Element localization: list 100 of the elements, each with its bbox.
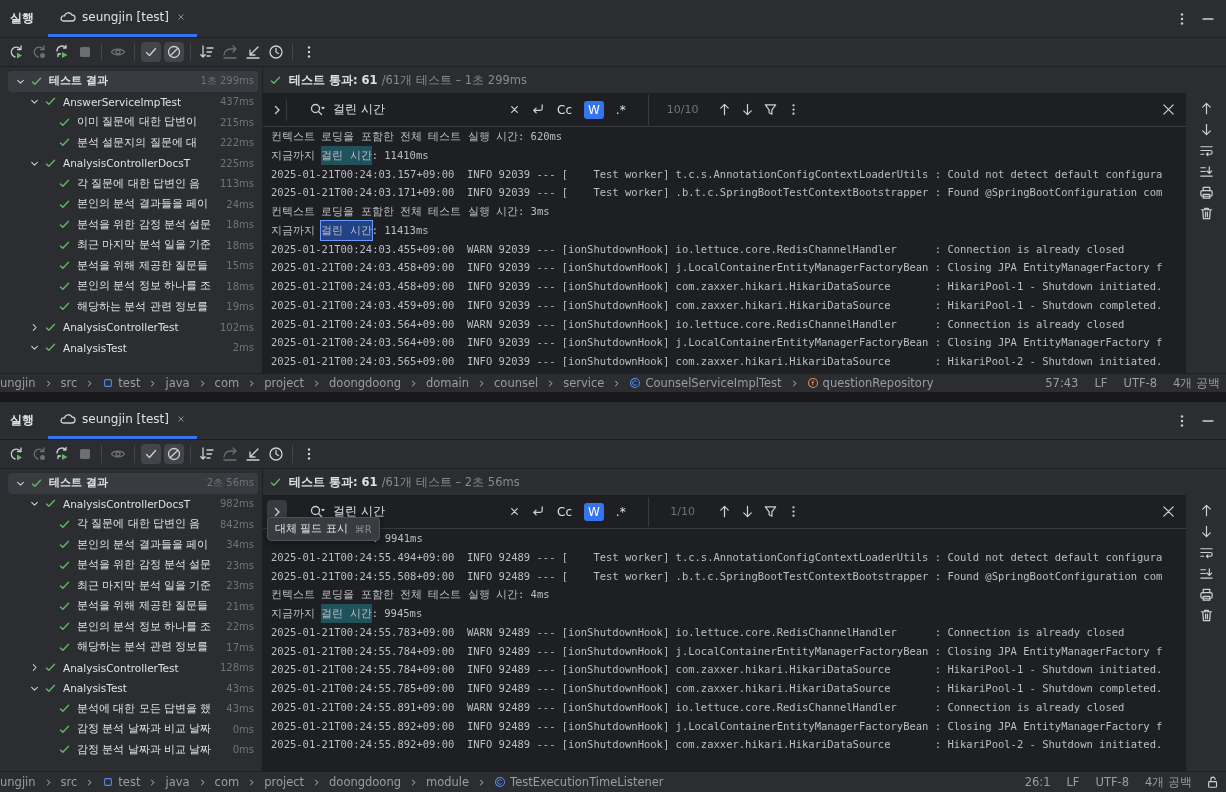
breadcrumb-item[interactable]: test <box>118 775 141 789</box>
search-field[interactable]: 걸린 시간 <box>333 102 499 117</box>
breadcrumb-item[interactable]: test <box>118 376 141 390</box>
breadcrumb-item[interactable]: service <box>563 376 605 390</box>
square-icon <box>102 776 115 788</box>
tree-item[interactable]: 분석에 대한 모든 답변을 했 43ms <box>8 698 258 719</box>
run-tab[interactable]: seungjin [test] <box>48 0 197 37</box>
filter-icon[interactable] <box>762 102 778 117</box>
tree-item[interactable]: 감정 분석 날짜과 비교 날짜 0ms <box>8 719 258 740</box>
option-toggle[interactable]: .* <box>611 100 630 119</box>
rerun-icon <box>8 44 24 60</box>
wrap-icon[interactable] <box>1198 545 1214 560</box>
tree-item[interactable]: AnalysisControllerDocsT 982ms <box>8 493 258 514</box>
stop-icon <box>77 44 93 60</box>
tree-item[interactable]: 감정 분석 날짜과 비교 날짜 0ms <box>8 739 258 760</box>
close-icon[interactable] <box>1161 504 1176 519</box>
status-item[interactable]: UTF-8 <box>1095 775 1129 789</box>
tree-item[interactable]: AnalysisTest 43ms <box>8 678 258 699</box>
status-item[interactable]: LF <box>1066 775 1080 789</box>
log-line: 2025-01-21T00:24:55.891+09:00 WARN 92489 --- [ionShutdownHook] io.lettuce.core.RedisChannelHandler : Connection is already closed <box>271 699 1126 715</box>
tree-item[interactable]: 분석을 위해 제공한 질문들 15ms <box>8 255 258 276</box>
breadcrumb-item[interactable]: TestExecutionTimeListener <box>510 775 664 789</box>
log-line: 2025-01-21T00:24:03.171+09:00 INFO 92039 --- [ Test worker] .b.t.c.SpringBootTestContextBootstrapper : Found @SpringBootConfiguration com <box>271 185 1164 201</box>
search-field[interactable]: 걸린 시간 <box>333 504 499 519</box>
status-item[interactable]: UTF-8 <box>1123 376 1157 390</box>
close-icon[interactable] <box>1161 102 1176 117</box>
breadcrumb-item[interactable]: java <box>165 775 190 789</box>
circle-slash-icon <box>166 44 182 60</box>
search-match: 걸린 시간 <box>321 604 372 623</box>
tree-item[interactable]: AnalysisControllerDocsT 225ms <box>8 153 258 174</box>
scroll-end-icon[interactable] <box>1198 164 1214 179</box>
tree-item[interactable]: 분석을 위한 감정 분석 설문 23ms <box>8 555 258 576</box>
status-item[interactable]: 26:1 <box>1024 775 1051 789</box>
breadcrumb-item[interactable]: java <box>165 376 190 390</box>
status-item[interactable]: 57:43 <box>1045 376 1079 390</box>
print-icon[interactable] <box>1198 185 1214 200</box>
option-toggle[interactable]: W <box>584 100 604 119</box>
tree-item[interactable]: 각 질문에 대한 답변인 음 842ms <box>8 514 258 535</box>
clock-icon <box>268 446 284 462</box>
breadcrumb-item[interactable]: ungjin <box>0 775 36 789</box>
trash-icon[interactable] <box>1198 206 1214 221</box>
run-tab[interactable]: seungjin [test] <box>48 402 197 439</box>
toolbar-button[interactable] <box>141 444 161 464</box>
option-toggle[interactable]: .* <box>611 502 630 521</box>
option-toggle[interactable]: Cc <box>553 502 576 521</box>
toolbar-button[interactable] <box>141 42 161 62</box>
output-text: : 9945ms <box>371 606 423 621</box>
status-item[interactable]: LF <box>1094 376 1108 390</box>
breadcrumb-item[interactable]: counsel <box>494 376 539 390</box>
toolbar-button[interactable] <box>164 444 184 464</box>
breadcrumb-item[interactable]: project <box>264 376 305 390</box>
tree-item[interactable]: AnswerServiceImpTest 437ms <box>8 91 258 112</box>
breadcrumb-item[interactable]: questionRepository <box>822 376 934 390</box>
tree-item[interactable]: 최근 마지막 분석 일을 기준 23ms <box>8 575 258 596</box>
tree-item[interactable]: 해당하는 분석 관련 정보를 19ms <box>8 296 258 317</box>
toolbar-button[interactable] <box>164 42 184 62</box>
status-item[interactable]: 4개 공백 <box>1145 774 1192 790</box>
scroll-end-icon[interactable] <box>1198 566 1214 581</box>
option-toggle[interactable]: W <box>584 502 604 521</box>
tree-item[interactable]: AnalysisControllerTest 102ms <box>8 317 258 338</box>
square-icon <box>102 377 115 389</box>
breadcrumb-item[interactable]: domain <box>425 376 470 390</box>
status-item[interactable]: 4개 공백 <box>1173 375 1220 391</box>
tree-item[interactable]: 본인의 분석 정보 하나를 조 18ms <box>8 276 258 297</box>
stop-icon <box>77 446 93 462</box>
tree-item[interactable]: 최근 마지막 분석 일을 기준 18ms <box>8 235 258 256</box>
tree-item[interactable]: 본인의 분석 결과들을 페이 24ms <box>8 194 258 215</box>
tree-item[interactable]: 테스트 결과 2초 56ms <box>8 473 258 494</box>
tree-item[interactable]: 테스트 결과 1초 299ms <box>8 71 258 92</box>
tree-item[interactable]: 본인의 분석 정보 하나를 조 22ms <box>8 616 258 637</box>
tree-item[interactable]: AnalysisControllerTest 128ms <box>8 657 258 678</box>
breadcrumb-item[interactable]: com <box>214 775 240 789</box>
breadcrumb-item[interactable]: doongdoong <box>329 775 401 789</box>
tree-item[interactable]: 분석을 위해 제공한 질문들 21ms <box>8 596 258 617</box>
breadcrumb-item[interactable]: project <box>264 775 305 789</box>
toolbar-button[interactable] <box>266 42 286 62</box>
output-text: 지금까지 <box>271 147 316 163</box>
tree-item[interactable]: 분석을 위한 감정 분석 설문 18ms <box>8 214 258 235</box>
breadcrumb-item[interactable]: ungjin <box>0 376 36 390</box>
tree-item[interactable]: 본인의 분석 결과들을 페이 34ms <box>8 534 258 555</box>
breadcrumb-item[interactable]: module <box>425 775 470 789</box>
rerun-icon <box>8 446 24 462</box>
tree-item[interactable]: 분석 설문지의 질문에 대 222ms <box>8 132 258 153</box>
tree-item[interactable]: 해당하는 분석 관련 정보를 17ms <box>8 637 258 658</box>
option-toggle[interactable]: Cc <box>553 100 576 119</box>
tree-item[interactable]: AnalysisTest 2ms <box>8 337 258 358</box>
toolbar-button[interactable] <box>266 444 286 464</box>
breadcrumb-item[interactable]: CounselServiceImplTest <box>645 376 782 390</box>
lock-icon[interactable] <box>1206 775 1220 789</box>
trash-icon[interactable] <box>1198 608 1214 623</box>
tree-item[interactable]: 이미 질문에 대한 답변이 215ms <box>8 112 258 133</box>
filter-icon[interactable] <box>762 504 778 519</box>
tree-item[interactable]: 각 질문에 대한 답변인 음 113ms <box>8 173 258 194</box>
breadcrumb-item[interactable]: doongdoong <box>329 376 401 390</box>
log-line: 2025-01-21T00:24:55.892+09:00 INFO 92489 --- [ionShutdownHook] com.zaxxer.hikari.HikariDataSource : HikariPool-2 - Shutdown initiated. <box>271 737 1164 753</box>
wrap-icon[interactable] <box>1198 143 1214 158</box>
breadcrumb-item[interactable]: src <box>60 376 78 390</box>
breadcrumb-item[interactable]: com <box>214 376 240 390</box>
print-icon[interactable] <box>1198 587 1214 602</box>
breadcrumb-item[interactable]: src <box>60 775 78 789</box>
